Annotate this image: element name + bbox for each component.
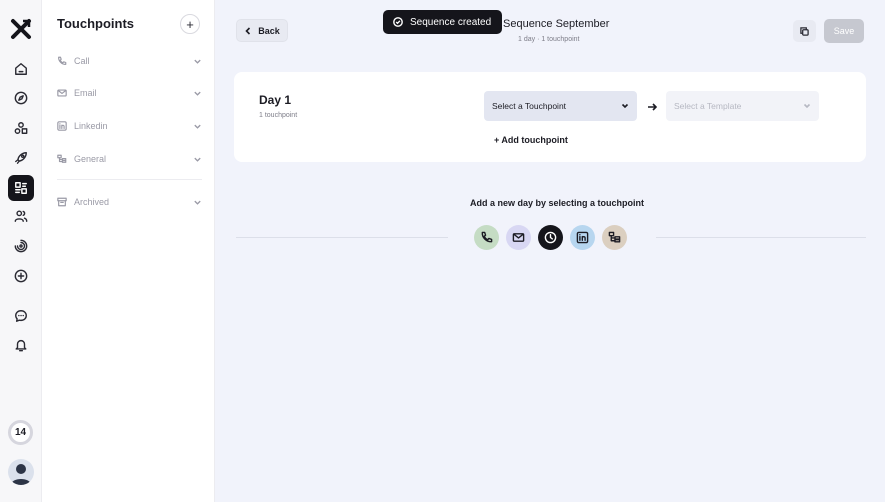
divider [236,237,448,238]
chat-icon[interactable] [8,303,34,329]
chevron-down-icon[interactable] [193,198,202,207]
chevron-left-icon [245,26,251,35]
template-select-value: Select a Template [674,101,742,111]
compass-icon[interactable] [8,85,34,111]
save-button[interactable]: Save [824,19,864,43]
chevron-down-icon[interactable] [193,89,202,98]
user-avatar[interactable] [8,459,34,485]
copy-button[interactable] [793,20,816,42]
template-select[interactable]: Select a Template [666,91,819,121]
add-touchpoint-group-button[interactable]: + [180,14,200,34]
home-icon[interactable] [8,56,34,82]
icon-rail: 14 [0,0,42,502]
divider [57,179,202,180]
chevron-down-icon[interactable] [193,57,202,66]
add-linkedin-day-button[interactable] [570,225,595,250]
phone-icon [481,231,493,243]
group-email[interactable]: Email [57,83,202,103]
linkedin-icon [576,231,589,244]
group-archived[interactable]: Archived [57,192,202,212]
group-general[interactable]: General [57,149,202,169]
day-subtitle: 1 touchpoint [259,112,298,119]
archive-icon [57,197,67,207]
sequence-title[interactable]: Sequence September [503,18,609,30]
mail-icon [512,233,525,242]
add-general-day-button[interactable] [602,225,627,250]
linkedin-icon [57,121,67,131]
group-linkedin[interactable]: Linkedin [57,116,202,136]
day-title: Day 1 [259,93,292,107]
group-label: Email [74,88,97,98]
phone-icon [57,56,67,66]
add-day-label: Add a new day by selecting a touchpoint [470,198,645,208]
add-delay-day-button[interactable] [538,225,563,250]
general-icon [57,154,67,164]
touchpoint-select-value: Select a Touchpoint [492,101,567,111]
back-button[interactable]: Back [236,19,288,42]
plus-circle-icon[interactable] [8,263,34,289]
group-label: Call [74,56,90,66]
chevron-down-icon[interactable] [193,122,202,131]
group-call[interactable]: Call [57,51,202,71]
rocket-icon[interactable] [8,145,34,171]
clock-icon [544,231,557,244]
day-card: Day 1 1 touchpoint Select a Touchpoint S… [234,72,866,162]
chevron-down-icon [621,103,629,109]
copy-icon [800,26,809,36]
touchpoints-panel: Touchpoints + Call Email Linkedin Genera… [42,0,215,502]
group-label: General [74,154,107,164]
users-icon[interactable] [8,203,34,229]
touchpoint-select[interactable]: Select a Touchpoint [484,91,637,121]
app-logo-icon[interactable] [10,18,32,40]
check-circle-icon [393,17,403,27]
back-label: Back [258,25,280,36]
toast-message: Sequence created [410,16,492,28]
shapes-icon[interactable] [8,115,34,141]
panel-title: Touchpoints [57,16,135,31]
signal-icon[interactable] [8,233,34,259]
arrow-right-icon [647,99,658,111]
chevron-down-icon[interactable] [193,155,202,164]
general-icon [608,231,621,243]
add-email-day-button[interactable] [506,225,531,250]
toast-notification: Sequence created [383,10,502,34]
add-touchpoint-button[interactable]: + Add touchpoint [494,135,568,145]
group-label: Linkedin [74,121,108,131]
notification-count-badge[interactable]: 14 [8,420,33,445]
group-label: Archived [74,197,110,207]
divider [656,237,866,238]
bell-icon[interactable] [8,332,34,358]
sequence-meta: 1 day · 1 touchpoint [518,36,580,43]
chevron-down-icon [803,103,811,109]
sequences-icon[interactable] [8,175,34,201]
add-call-day-button[interactable] [474,225,499,250]
mail-icon [57,88,67,98]
